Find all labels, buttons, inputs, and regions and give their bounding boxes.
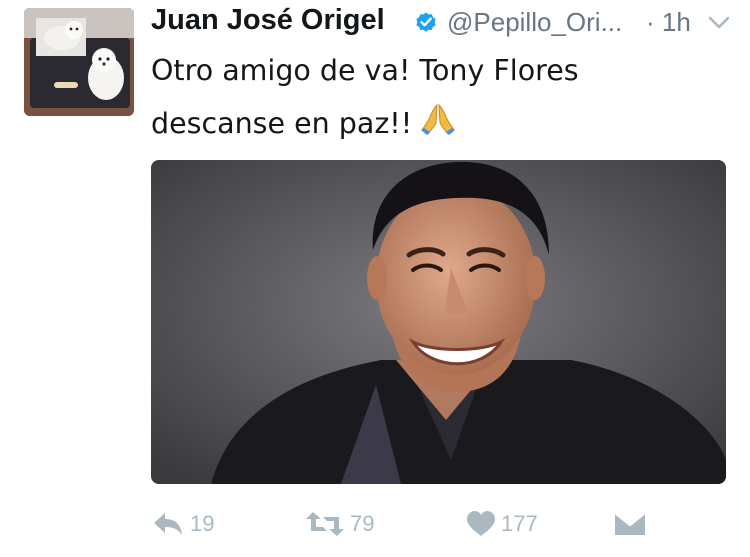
like-count: 177 — [501, 511, 538, 536]
reply-icon[interactable] — [151, 509, 185, 539]
envelope-icon[interactable] — [614, 511, 646, 537]
avatar-dogs-photo — [24, 8, 134, 116]
reply-action[interactable]: 19 — [151, 506, 214, 542]
photo-smiling-man — [151, 160, 726, 484]
chevron-down-icon[interactable] — [707, 12, 731, 34]
author-display-name[interactable]: Juan José Origel — [151, 4, 385, 37]
tweet-text-line-1: Otro amigo de va! Tony Flores — [151, 54, 579, 87]
tweet-text-line-2-content: descanse en paz!! — [151, 107, 413, 140]
retweet-action[interactable]: 79 — [305, 506, 374, 542]
dm-action[interactable] — [614, 506, 646, 542]
tweet-text: Otro amigo de va! Tony Flores descanse e… — [151, 44, 711, 150]
retweet-icon[interactable] — [305, 509, 345, 539]
author-handle[interactable]: @Pepillo_Ori... — [447, 7, 622, 38]
tweet-timestamp[interactable]: · 1h — [646, 7, 691, 38]
reply-count: 19 — [190, 511, 215, 536]
author-avatar[interactable] — [24, 8, 134, 116]
tweet-header: Juan José Origel @Pepillo_Ori... · 1h — [151, 2, 741, 42]
tweet-text-line-2: descanse en paz!! — [151, 97, 711, 150]
retweet-count: 79 — [350, 511, 375, 536]
folded-hands-icon — [421, 103, 456, 135]
tweet-media[interactable] — [151, 160, 726, 484]
like-action[interactable]: 177 — [466, 506, 538, 542]
verified-badge-icon — [416, 12, 436, 32]
tweet-actions: 19 79 177 — [151, 506, 711, 542]
heart-icon[interactable] — [466, 510, 496, 538]
